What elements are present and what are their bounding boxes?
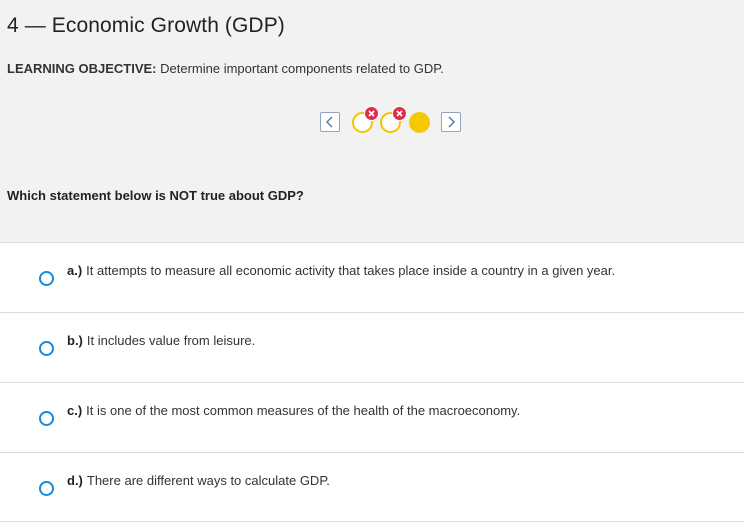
option-label: There are different ways to calculate GD…	[86, 473, 330, 488]
option-label: It includes value from leisure.	[86, 333, 256, 348]
answer-option-d[interactable]: d.) There are different ways to calculate…	[0, 452, 744, 522]
answer-option-a[interactable]: a.) It attempts to measure all economic a…	[0, 242, 744, 312]
option-letter: b.)	[67, 333, 83, 348]
progress-dot-current[interactable]	[409, 112, 430, 133]
objective-label: LEARNING OBJECTIVE:	[7, 61, 157, 76]
chevron-left-icon	[325, 116, 333, 128]
option-letter: c.)	[67, 403, 83, 418]
option-label: It attempts to measure all economic acti…	[86, 263, 616, 278]
page-title: 4 — Economic Growth (GDP)	[7, 14, 285, 37]
radio-button[interactable]	[39, 411, 54, 426]
answer-options: a.) It attempts to measure all economic a…	[0, 242, 744, 522]
question-prompt: Which statement below is NOT true about …	[7, 188, 304, 203]
previous-question-button[interactable]	[320, 112, 340, 132]
objective-text: Determine important components related t…	[156, 61, 444, 76]
learning-objective: LEARNING OBJECTIVE: Determine important …	[7, 61, 444, 76]
next-question-button[interactable]	[441, 112, 461, 132]
option-text: d.) There are different ways to calculate…	[67, 473, 330, 488]
option-letter: a.)	[67, 263, 83, 278]
question-header: 4 — Economic Growth (GDP) LEARNING OBJEC…	[0, 0, 744, 242]
x-icon	[364, 106, 379, 121]
option-text: a.) It attempts to measure all economic a…	[67, 263, 615, 278]
option-letter: d.)	[67, 473, 83, 488]
radio-button[interactable]	[39, 341, 54, 356]
radio-button[interactable]	[39, 481, 54, 496]
option-text: b.) It includes value from leisure.	[67, 333, 255, 348]
option-label: It is one of the most common measures of…	[86, 403, 521, 418]
radio-button[interactable]	[39, 271, 54, 286]
x-icon	[392, 106, 407, 121]
answer-option-b[interactable]: b.) It includes value from leisure.	[0, 312, 744, 382]
question-progress	[320, 104, 466, 140]
option-text: c.) It is one of the most common measures…	[67, 403, 520, 418]
answer-option-c[interactable]: c.) It is one of the most common measures…	[0, 382, 744, 452]
chevron-right-icon	[448, 116, 456, 128]
